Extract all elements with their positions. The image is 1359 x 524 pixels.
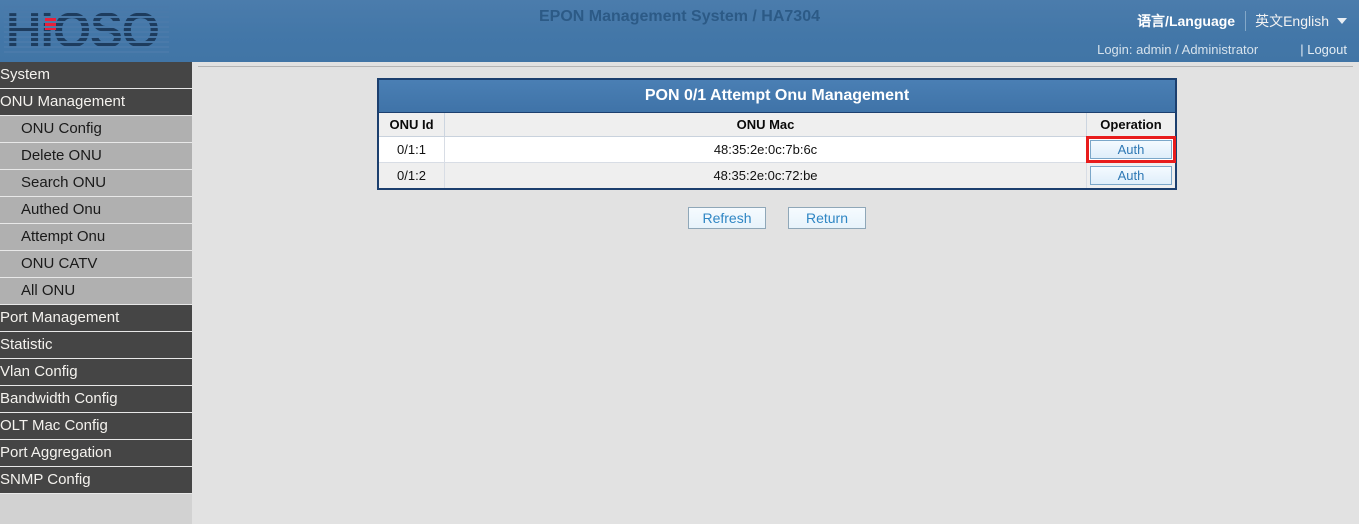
column-header-operation: Operation (1087, 113, 1176, 137)
sidebar-item-onu-management[interactable]: ONU Management (0, 89, 192, 116)
sidebar-item-system[interactable]: System (0, 62, 192, 89)
refresh-button[interactable]: Refresh (688, 207, 766, 229)
language-value: 英文English (1255, 11, 1329, 31)
sidebar-item-snmp-config[interactable]: SNMP Config (0, 467, 192, 494)
sidebar-item-onu-catv[interactable]: ONU CATV (0, 251, 192, 278)
cell-onu-mac: 48:35:2e:0c:7b:6c (445, 137, 1087, 163)
logout-link[interactable]: | Logout (1300, 42, 1347, 57)
column-header-onu-mac: ONU Mac (445, 113, 1087, 137)
table-header-row: ONU Id ONU Mac Operation (379, 113, 1175, 137)
table-row: 0/1:148:35:2e:0c:7b:6cAuth (379, 137, 1175, 163)
sidebar-item-authed-onu[interactable]: Authed Onu (0, 197, 192, 224)
chevron-down-icon[interactable] (1337, 18, 1347, 24)
table-row: 0/1:248:35:2e:0c:72:beAuth (379, 163, 1175, 189)
auth-button-wrapper: Auth (1090, 140, 1172, 159)
session-info: Login: admin / Administrator | Logout (1097, 42, 1347, 57)
sidebar-item-olt-mac-config[interactable]: OLT Mac Config (0, 413, 192, 440)
return-button[interactable]: Return (788, 207, 866, 229)
auth-button-wrapper: Auth (1090, 166, 1172, 185)
sidebar-item-all-onu[interactable]: All ONU (0, 278, 192, 305)
sidebar-item-port-management[interactable]: Port Management (0, 305, 192, 332)
cell-onu-id: 0/1:2 (379, 163, 445, 189)
panel-title: PON 0/1 Attempt Onu Management (379, 80, 1175, 113)
app-header: HiOSO EPON Management System / HA7304 语言… (0, 0, 1359, 62)
sidebar-item-port-aggregation[interactable]: Port Aggregation (0, 440, 192, 467)
auth-button[interactable]: Auth (1090, 166, 1172, 185)
sidebar-item-statistic[interactable]: Statistic (0, 332, 192, 359)
sidebar-item-search-onu[interactable]: Search ONU (0, 170, 192, 197)
attempt-onu-table: ONU Id ONU Mac Operation 0/1:148:35:2e:0… (379, 113, 1175, 188)
cell-operation: Auth (1087, 137, 1176, 163)
sidebar-item-onu-config[interactable]: ONU Config (0, 116, 192, 143)
cell-onu-id: 0/1:1 (379, 137, 445, 163)
sidebar-item-delete-onu[interactable]: Delete ONU (0, 143, 192, 170)
sidebar-item-vlan-config[interactable]: Vlan Config (0, 359, 192, 386)
column-header-onu-id: ONU Id (379, 113, 445, 137)
language-selector[interactable]: 语言/Language 英文English (1137, 10, 1351, 32)
language-label: 语言/Language (1137, 11, 1235, 31)
cell-onu-mac: 48:35:2e:0c:72:be (445, 163, 1087, 189)
auth-button[interactable]: Auth (1090, 140, 1172, 159)
header-divider (1245, 11, 1246, 31)
content-top-rule (198, 66, 1353, 67)
attempt-onu-panel: PON 0/1 Attempt Onu Management ONU Id ON… (377, 78, 1177, 190)
action-button-row: Refresh Return (377, 207, 1177, 229)
sidebar-item-bandwidth-config[interactable]: Bandwidth Config (0, 386, 192, 413)
sidebar-item-attempt-onu[interactable]: Attempt Onu (0, 224, 192, 251)
login-user-label: Login: admin / Administrator (1097, 42, 1258, 57)
sidebar-nav: SystemONU ManagementONU ConfigDelete ONU… (0, 62, 192, 524)
cell-operation: Auth (1087, 163, 1176, 189)
content-area: PON 0/1 Attempt Onu Management ONU Id ON… (192, 62, 1359, 524)
